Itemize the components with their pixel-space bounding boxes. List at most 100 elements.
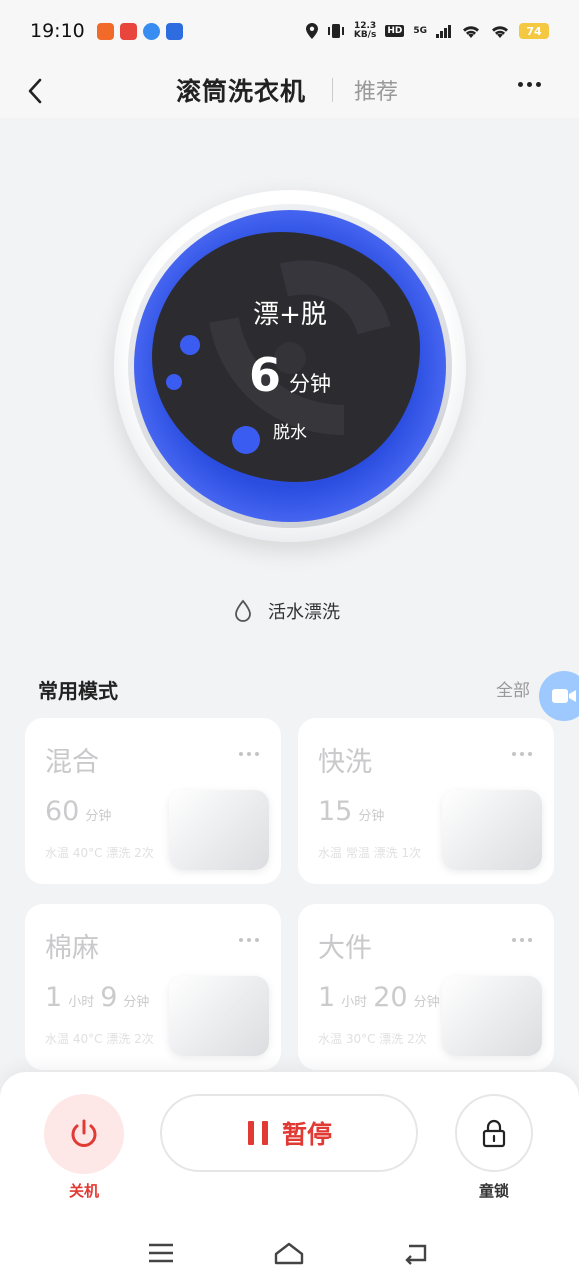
pause-button[interactable]: 暂停 [160, 1094, 418, 1172]
common-modes-title: 常用模式 [38, 679, 118, 703]
mode-card-time: 1 小时 9 分钟 [45, 982, 149, 1013]
vibrate-icon [327, 24, 344, 38]
mode-card-info: 水温 30°C 漂洗 2次 [318, 1032, 427, 1046]
more-dot-icon [247, 752, 251, 756]
mode-card-time: 60 分钟 [45, 796, 111, 827]
status-time: 19:10 [30, 20, 85, 42]
more-dot-icon [512, 752, 516, 756]
status-bar: 19:10 12.3 KB/s HD 5G 74 [0, 0, 579, 62]
floating-video-button[interactable] [539, 671, 579, 721]
mode-card-more-button[interactable] [239, 938, 259, 942]
mode-card-more-button[interactable] [239, 752, 259, 756]
system-navigation-bar [0, 1232, 579, 1272]
mode-card-minutes-value: 9 [100, 982, 118, 1013]
mode-card-info: 水温 常温 漂洗 1次 [318, 846, 422, 860]
mode-card-hours-value: 1 [45, 982, 63, 1013]
more-dot-icon [255, 938, 259, 942]
current-stage: 脱水 [273, 423, 307, 443]
more-dot-icon [239, 752, 243, 756]
video-camera-icon [552, 689, 576, 703]
remaining-time-unit: 分钟 [289, 372, 331, 396]
app-notification-icon [119, 22, 137, 40]
mode-card-cotton[interactable]: 棉麻 1 小时 9 分钟 水温 40°C 漂洗 2次 [25, 904, 281, 1070]
mode-card-name: 快洗 [318, 747, 372, 778]
chevron-left-icon [28, 78, 42, 104]
mode-card-more-button[interactable] [512, 752, 532, 756]
more-dot-icon [247, 938, 251, 942]
child-lock-button[interactable] [455, 1094, 533, 1172]
pause-icon [247, 1121, 268, 1145]
mode-card-quick[interactable]: 快洗 15 分钟 水温 常温 漂洗 1次 [298, 718, 554, 884]
mode-card-hours-unit: 小时 [341, 995, 368, 1010]
more-dot-icon [520, 752, 524, 756]
more-dot-icon [239, 938, 243, 942]
mode-card-hours-value: 1 [318, 982, 336, 1013]
location-icon [305, 23, 318, 39]
mode-card-info: 水温 40°C 漂洗 2次 [45, 1032, 154, 1046]
more-dot-icon [528, 938, 532, 942]
signal-label: 5G [413, 26, 427, 36]
more-dot-icon [518, 82, 523, 87]
status-indicators: 12.3 KB/s HD 5G 74 [305, 22, 549, 40]
back-button[interactable] [20, 70, 60, 110]
more-dot-icon [512, 938, 516, 942]
mode-card-time-unit: 分钟 [85, 809, 112, 824]
notification-icons [96, 22, 183, 40]
rinse-option-label: 活水漂洗 [268, 602, 340, 623]
more-dot-icon [527, 82, 532, 87]
mode-card-more-button[interactable] [512, 938, 532, 942]
more-dot-icon [536, 82, 541, 87]
back-nav-icon[interactable] [403, 1240, 433, 1266]
mode-card-minutes-unit: 分钟 [123, 995, 150, 1010]
more-dot-icon [255, 752, 259, 756]
lock-icon [482, 1119, 506, 1148]
title-divider [332, 78, 333, 102]
battery-indicator: 74 [519, 23, 549, 39]
network-speed-unit: KB/s [353, 30, 377, 40]
mode-card-time-unit: 分钟 [358, 809, 385, 824]
menu-icon[interactable] [147, 1242, 175, 1264]
wifi-icon-2 [492, 26, 508, 38]
mode-card-minutes-value: 20 [373, 982, 408, 1013]
cloth-image [169, 976, 269, 1056]
mode-card-time: 15 分钟 [318, 796, 384, 827]
more-menu-button[interactable] [518, 82, 541, 87]
app-notification-icon [165, 22, 183, 40]
drum-display: 漂+脱 6 分钟 脱水 [114, 190, 466, 542]
drum-status: 漂+脱 6 分钟 脱水 [114, 190, 466, 542]
rinse-option: 活水漂洗 [232, 598, 340, 624]
mode-card-bulky[interactable]: 大件 1 小时 20 分钟 水温 30°C 漂洗 2次 [298, 904, 554, 1070]
mode-card-info: 水温 40°C 漂洗 2次 [45, 846, 154, 860]
shirt-image [169, 790, 269, 870]
control-panel: 关机 暂停 童锁 [0, 1072, 579, 1287]
water-drop-icon [235, 599, 251, 622]
mode-card-hours-unit: 小时 [68, 995, 95, 1010]
remaining-time-value: 6 [248, 348, 281, 402]
app-header: 滚筒洗衣机 推荐 [0, 62, 579, 118]
pause-label: 暂停 [281, 1120, 332, 1149]
mode-card-name: 棉麻 [45, 933, 99, 964]
power-icon [71, 1119, 97, 1147]
home-icon[interactable] [273, 1240, 305, 1266]
more-dot-icon [520, 938, 524, 942]
current-mode: 漂+脱 [253, 300, 327, 330]
remaining-time: 6 分钟 [114, 348, 466, 402]
blanket-image [442, 976, 542, 1056]
child-lock-label: 童锁 [478, 1182, 509, 1200]
mode-card-mixed[interactable]: 混合 60 分钟 水温 40°C 漂洗 2次 [25, 718, 281, 884]
mode-card-name: 混合 [45, 747, 99, 778]
power-label: 关机 [68, 1182, 99, 1200]
signal-icon [436, 25, 451, 38]
page-title: 滚筒洗衣机 [176, 77, 307, 106]
mode-card-time-value: 15 [318, 796, 353, 827]
all-modes-link[interactable]: 全部 [496, 676, 530, 701]
network-speed: 12.3 KB/s [354, 22, 376, 40]
app-notification-icon [96, 22, 114, 40]
mode-card-minutes-unit: 分钟 [413, 995, 440, 1010]
wifi-icon [463, 26, 479, 38]
hd-badge: HD [385, 25, 405, 37]
app-notification-icon [142, 22, 160, 40]
power-button[interactable] [44, 1094, 124, 1174]
recommend-tab[interactable]: 推荐 [354, 74, 398, 106]
more-dot-icon [528, 752, 532, 756]
